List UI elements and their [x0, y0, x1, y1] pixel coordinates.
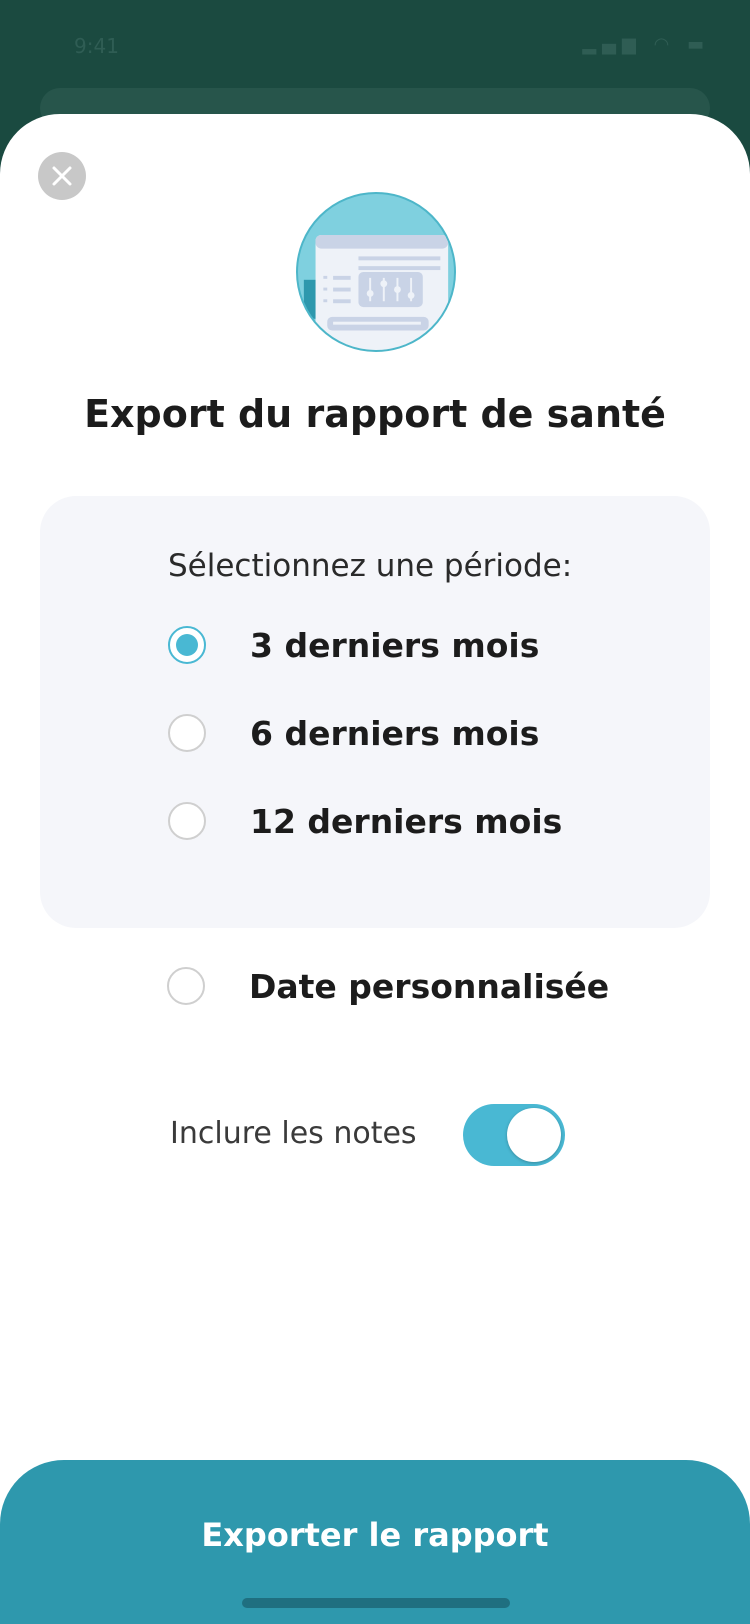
home-indicator [242, 1598, 510, 1608]
report-illustration [296, 192, 456, 352]
report-settings-icon [303, 234, 449, 350]
option-label: 12 derniers mois [250, 801, 563, 841]
option-3-months[interactable]: 3 derniers mois [168, 624, 539, 666]
include-notes-label: Inclure les notes [170, 1116, 417, 1151]
option-label: 3 derniers mois [250, 625, 540, 665]
option-12-months[interactable]: 12 derniers mois [168, 800, 562, 842]
dialog-title: Export du rapport de santé [84, 392, 666, 436]
period-selector: Sélectionnez une période: 3 derniers moi… [40, 496, 710, 928]
export-sheet: Export du rapport de santé Sélectionnez … [0, 114, 750, 1624]
close-button[interactable] [38, 152, 86, 200]
status-icons: ▂▄▆ ◠ ▬ [582, 34, 710, 55]
close-icon [52, 166, 72, 186]
radio-button[interactable] [168, 714, 206, 752]
option-label: Date personnalisée [249, 966, 610, 1006]
radio-button[interactable] [168, 802, 206, 840]
radio-button-selected[interactable] [168, 626, 206, 664]
option-label: 6 derniers mois [250, 713, 540, 753]
radio-button[interactable] [167, 967, 205, 1005]
option-6-months[interactable]: 6 derniers mois [168, 712, 539, 754]
toggle-knob [507, 1108, 561, 1162]
status-time: 9:41 [74, 34, 119, 58]
period-label: Sélectionnez une période: [168, 548, 573, 584]
include-notes-row: Inclure les notes [170, 1104, 570, 1170]
include-notes-toggle[interactable] [463, 1104, 565, 1166]
option-custom-date[interactable]: Date personnalisée [167, 965, 609, 1007]
